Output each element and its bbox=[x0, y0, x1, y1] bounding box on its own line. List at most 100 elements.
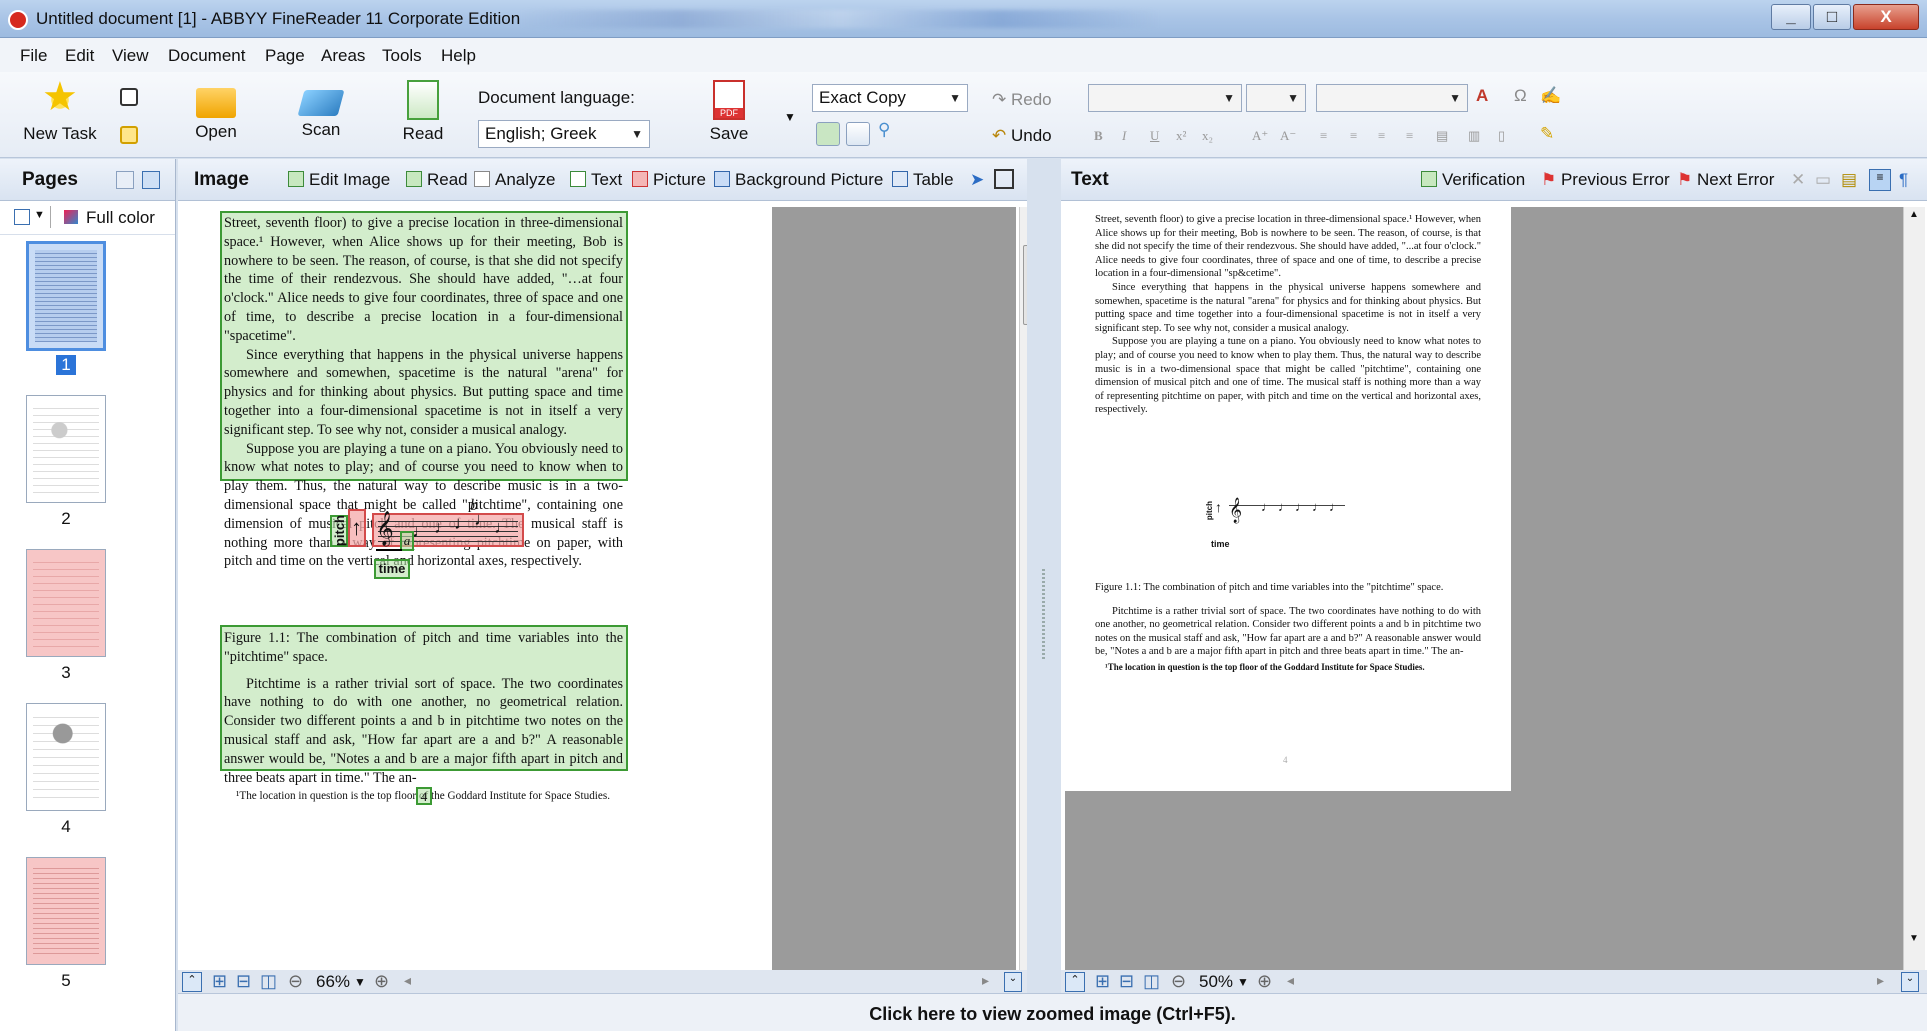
text-scroll-down-icon[interactable]: ▼ bbox=[1909, 933, 1919, 944]
language-icon[interactable]: ✍ bbox=[1540, 86, 1561, 106]
page-thumbnail-2[interactable] bbox=[26, 395, 106, 503]
zoom-out-icon[interactable]: ⊖ bbox=[288, 971, 303, 992]
text-scroll-right-icon[interactable]: ▸ bbox=[1877, 972, 1884, 989]
text-scroll-up-icon[interactable]: ▲ bbox=[1909, 209, 1919, 220]
columns-icon[interactable]: ▯ bbox=[1498, 128, 1505, 144]
collapse-panel-icon[interactable]: ⌃ bbox=[182, 972, 202, 992]
redo-button[interactable]: ↷ Redo bbox=[992, 90, 1052, 110]
page-thumbnail-1[interactable] bbox=[26, 241, 106, 351]
subscript-icon[interactable]: x₂ bbox=[1202, 128, 1213, 144]
full-color-label[interactable]: Full color bbox=[86, 208, 155, 228]
increase-font-icon[interactable]: A⁺ bbox=[1252, 128, 1268, 144]
layout-columns-icon[interactable]: ◫ bbox=[260, 971, 277, 992]
superscript-icon[interactable]: x² bbox=[1176, 128, 1186, 144]
bold-icon[interactable]: B bbox=[1094, 128, 1103, 144]
scroll-bottom-icon[interactable]: ⌄ bbox=[1004, 972, 1022, 992]
copy-text-icon[interactable]: ▭ bbox=[1815, 170, 1831, 190]
align-left-icon[interactable]: ≡ bbox=[1320, 128, 1327, 144]
point-a-block[interactable]: a bbox=[400, 531, 414, 551]
text-zoom-dropdown-icon[interactable]: ▼ bbox=[1237, 975, 1249, 989]
menu-page[interactable]: Page bbox=[265, 46, 305, 66]
menu-areas[interactable]: Areas bbox=[321, 46, 365, 66]
text-layout-columns-icon[interactable]: ◫ bbox=[1143, 971, 1160, 992]
next-error-button[interactable]: ⚑ Next Error bbox=[1677, 170, 1774, 190]
area-select-icon[interactable] bbox=[994, 169, 1014, 189]
zoomed-image-hint[interactable]: Click here to view zoomed image (Ctrl+F5… bbox=[178, 1004, 1927, 1025]
page-thumbnail-3[interactable] bbox=[26, 549, 106, 657]
text-zoom-in-icon[interactable]: ⊕ bbox=[1257, 971, 1272, 992]
text-layout-grid-icon[interactable]: ⊞ bbox=[1095, 971, 1110, 992]
zoom-in-icon[interactable]: ⊕ bbox=[374, 971, 389, 992]
select-dropdown-arrow-icon[interactable]: ▼ bbox=[34, 209, 45, 221]
text-zoom-out-icon[interactable]: ⊖ bbox=[1171, 971, 1186, 992]
status-bar[interactable]: Click here to view zoomed image (Ctrl+F5… bbox=[178, 993, 1927, 1031]
text-layout-rows-icon[interactable]: ⊟ bbox=[1119, 971, 1134, 992]
page-number-3[interactable]: 3 bbox=[56, 663, 76, 683]
clear-icon[interactable]: ✕ bbox=[1791, 170, 1805, 190]
select-tool-icon[interactable]: ➤ bbox=[970, 170, 984, 190]
italic-icon[interactable]: I bbox=[1122, 128, 1126, 144]
document-language-select[interactable]: English; Greek bbox=[478, 120, 650, 148]
pages-properties-icon[interactable] bbox=[142, 171, 160, 189]
page-number-2[interactable]: 2 bbox=[56, 509, 76, 529]
layout-rows-icon[interactable]: ⊟ bbox=[236, 971, 251, 992]
menu-tools[interactable]: Tools bbox=[382, 46, 422, 66]
read-button[interactable]: Read bbox=[400, 80, 446, 144]
text-scroll-bottom-icon[interactable]: ⌄ bbox=[1901, 972, 1919, 992]
recognized-text-block[interactable]: Street, seventh floor) to give a precise… bbox=[1095, 213, 1481, 417]
pages-view-icon[interactable] bbox=[116, 171, 134, 189]
underline-icon[interactable]: U bbox=[1150, 128, 1159, 144]
background-picture-button[interactable]: Background Picture bbox=[714, 170, 883, 190]
menu-document[interactable]: Document bbox=[168, 46, 245, 66]
undo-button[interactable]: ↶ Undo bbox=[992, 126, 1052, 146]
open-button[interactable]: Open bbox=[190, 80, 242, 142]
new-task-button[interactable]: New Task bbox=[22, 74, 98, 144]
show-formatting-icon[interactable]: ≡ bbox=[1869, 169, 1891, 191]
text-area-button[interactable]: Text bbox=[570, 170, 622, 190]
page-number-block[interactable]: 4 bbox=[416, 787, 432, 805]
new-document-icon[interactable] bbox=[120, 88, 138, 106]
style-select[interactable] bbox=[1316, 84, 1468, 112]
save-format-select[interactable]: Exact Copy bbox=[812, 84, 968, 112]
menu-file[interactable]: File bbox=[20, 46, 47, 66]
read-area-button[interactable]: Read bbox=[406, 170, 468, 190]
special-char-icon[interactable]: Ω bbox=[1514, 86, 1527, 106]
page-number-1[interactable]: 1 bbox=[56, 355, 76, 375]
show-image-toggle-icon[interactable] bbox=[816, 122, 840, 146]
layout-grid-icon[interactable]: ⊞ bbox=[212, 971, 227, 992]
maximize-button[interactable]: □ bbox=[1813, 4, 1851, 30]
zoom-search-icon[interactable]: ⚲ bbox=[878, 120, 890, 140]
table-insert-icon[interactable]: ▤ bbox=[1436, 128, 1448, 144]
save-button[interactable]: Save bbox=[704, 80, 754, 144]
verification-button[interactable]: Verification bbox=[1421, 170, 1525, 190]
pilcrow-icon[interactable]: ¶ bbox=[1899, 170, 1908, 190]
pitch-label-block[interactable]: pitch bbox=[330, 515, 348, 547]
previous-error-button[interactable]: ⚑ Previous Error bbox=[1541, 170, 1670, 190]
highlight-pen-icon[interactable]: ✎ bbox=[1540, 124, 1554, 144]
page-number-5[interactable]: 5 bbox=[56, 971, 76, 991]
text-zoom-level[interactable]: 50% bbox=[1199, 972, 1233, 992]
menu-view[interactable]: View bbox=[112, 46, 149, 66]
recognized-caption-block[interactable]: Figure 1.1: The combination of pitch and… bbox=[1095, 581, 1481, 673]
analyze-button[interactable]: Analyze bbox=[474, 170, 555, 190]
page-number-4[interactable]: 4 bbox=[56, 817, 76, 837]
page-thumbnail-5[interactable] bbox=[26, 857, 106, 965]
scroll-right-icon[interactable]: ▸ bbox=[982, 972, 989, 989]
decrease-font-icon[interactable]: A⁻ bbox=[1280, 128, 1296, 144]
table-area-button[interactable]: Table bbox=[892, 170, 954, 190]
zoom-dropdown-icon[interactable]: ▼ bbox=[354, 975, 366, 989]
paste-icon[interactable]: ▤ bbox=[1841, 170, 1857, 190]
align-center-icon[interactable]: ≡ bbox=[1350, 128, 1357, 144]
picture-insert-icon[interactable]: ▥ bbox=[1468, 128, 1480, 144]
font-size-select[interactable] bbox=[1246, 84, 1306, 112]
close-button[interactable]: X bbox=[1853, 4, 1919, 30]
align-right-icon[interactable]: ≡ bbox=[1378, 128, 1385, 144]
time-label-block[interactable]: time bbox=[374, 559, 410, 579]
minimize-button[interactable]: _ bbox=[1771, 4, 1811, 30]
pitch-arrow-block[interactable]: ↑ bbox=[348, 509, 366, 547]
menu-help[interactable]: Help bbox=[441, 46, 476, 66]
font-name-select[interactable] bbox=[1088, 84, 1242, 112]
copy-icon[interactable] bbox=[120, 126, 138, 144]
text-scroll-left-icon[interactable]: ◂ bbox=[1287, 972, 1294, 989]
show-text-toggle-icon[interactable] bbox=[846, 122, 870, 146]
